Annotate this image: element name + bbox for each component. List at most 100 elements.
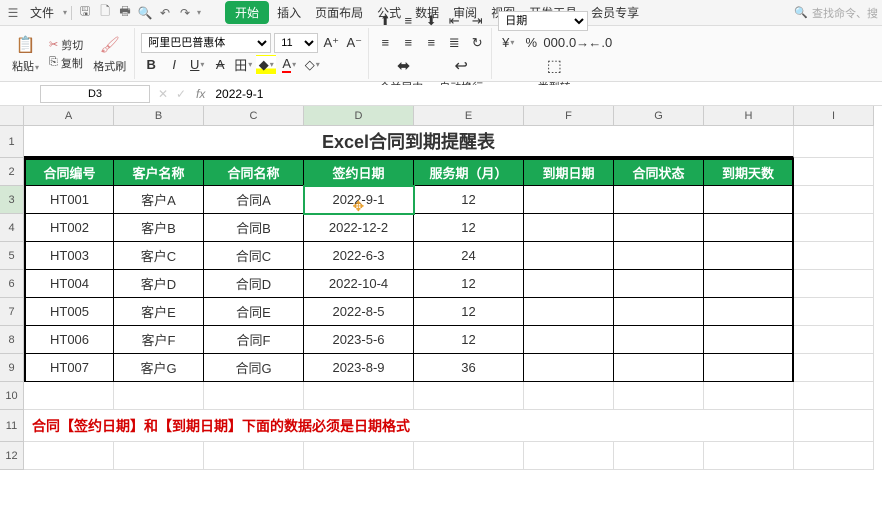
table-cell[interactable]: 12 — [414, 214, 524, 242]
cell[interactable] — [794, 158, 874, 186]
cancel-icon[interactable]: ✕ — [154, 85, 172, 103]
table-header[interactable]: 服务期（月） — [414, 158, 524, 186]
table-cell[interactable]: 客户C — [114, 242, 204, 270]
decrease-font-icon[interactable]: A⁻ — [344, 33, 364, 53]
clear-format-button[interactable]: ◇▾ — [302, 55, 322, 75]
table-cell[interactable]: HT002 — [24, 214, 114, 242]
table-cell[interactable] — [704, 354, 794, 382]
cell[interactable] — [794, 126, 874, 158]
table-cell[interactable] — [614, 270, 704, 298]
font-color-button[interactable]: A▾ — [279, 55, 299, 75]
tab-pagelayout[interactable]: 页面布局 — [309, 2, 369, 23]
table-cell[interactable] — [524, 242, 614, 270]
cell[interactable] — [794, 242, 874, 270]
table-cell[interactable] — [614, 326, 704, 354]
menu-file[interactable]: 文件 — [24, 2, 60, 23]
bold-button[interactable]: B — [141, 55, 161, 75]
cell[interactable] — [794, 354, 874, 382]
table-cell[interactable]: 客户E — [114, 298, 204, 326]
table-cell[interactable]: 客户A — [114, 186, 204, 214]
col-header-I[interactable]: I — [794, 106, 874, 126]
cut-button[interactable]: ✂剪切 — [46, 37, 86, 53]
table-cell[interactable]: 客户B — [114, 214, 204, 242]
table-cell[interactable] — [614, 354, 704, 382]
font-name-select[interactable]: 阿里巴巴普惠体 — [141, 33, 271, 53]
table-cell[interactable] — [704, 326, 794, 354]
table-cell[interactable] — [704, 298, 794, 326]
undo-icon[interactable]: ↶ — [156, 4, 174, 22]
table-cell[interactable]: 12 — [414, 298, 524, 326]
number-format-select[interactable]: 日期 — [498, 11, 588, 31]
col-header-C[interactable]: C — [204, 106, 304, 126]
table-cell[interactable]: 客户D — [114, 270, 204, 298]
cell[interactable] — [304, 442, 414, 470]
table-cell[interactable]: 2023-8-9 — [304, 354, 414, 382]
row-header-11[interactable]: 11 — [0, 410, 24, 442]
table-cell[interactable]: 客户G — [114, 354, 204, 382]
cell[interactable] — [524, 442, 614, 470]
page-title[interactable]: Excel合同到期提醒表 — [24, 126, 794, 158]
name-box[interactable] — [40, 85, 150, 103]
table-cell[interactable]: HT003 — [24, 242, 114, 270]
align-right-icon[interactable]: ≡ — [421, 33, 441, 53]
cell[interactable] — [414, 442, 524, 470]
cell[interactable] — [794, 410, 874, 442]
table-cell[interactable]: 24 — [414, 242, 524, 270]
cell[interactable] — [794, 270, 874, 298]
preview-icon[interactable]: 🔍 — [136, 4, 154, 22]
row-header-6[interactable]: 6 — [0, 270, 24, 298]
table-cell[interactable]: 合同E — [204, 298, 304, 326]
table-header[interactable]: 合同名称 — [204, 158, 304, 186]
table-cell[interactable]: 合同D — [204, 270, 304, 298]
table-header[interactable]: 签约日期 — [304, 158, 414, 186]
cell[interactable] — [794, 442, 874, 470]
table-cell[interactable]: 2022-6-3 — [304, 242, 414, 270]
row-header-7[interactable]: 7 — [0, 298, 24, 326]
col-header-D[interactable]: D — [304, 106, 414, 126]
col-header-B[interactable]: B — [114, 106, 204, 126]
align-top-icon[interactable]: ⬆ — [375, 11, 395, 31]
table-cell[interactable]: 合同B — [204, 214, 304, 242]
percent-icon[interactable]: % — [521, 33, 541, 53]
cell[interactable] — [704, 382, 794, 410]
table-cell[interactable]: 12 — [414, 326, 524, 354]
confirm-icon[interactable]: ✓ — [172, 85, 190, 103]
table-cell[interactable] — [524, 298, 614, 326]
table-cell[interactable] — [524, 186, 614, 214]
cell[interactable] — [794, 298, 874, 326]
table-cell[interactable]: 2023-5-6 — [304, 326, 414, 354]
table-cell[interactable] — [614, 298, 704, 326]
table-cell[interactable]: HT004 — [24, 270, 114, 298]
font-size-select[interactable]: 11 — [274, 33, 318, 53]
indent-decrease-icon[interactable]: ⇤ — [444, 11, 464, 31]
align-left-icon[interactable]: ≡ — [375, 33, 395, 53]
note-text[interactable]: 合同【签约日期】和【到期日期】下面的数据必须是日期格式 — [24, 410, 794, 442]
hamburger-icon[interactable]: ☰ — [4, 4, 22, 22]
redo-icon[interactable]: ↷ — [176, 4, 194, 22]
cell[interactable] — [24, 442, 114, 470]
table-header[interactable]: 合同状态 — [614, 158, 704, 186]
cell[interactable] — [204, 382, 304, 410]
border-button[interactable]: 田▾ — [233, 55, 253, 75]
cell[interactable] — [414, 382, 524, 410]
table-cell[interactable]: 合同G — [204, 354, 304, 382]
col-header-F[interactable]: F — [524, 106, 614, 126]
cell[interactable] — [204, 442, 304, 470]
table-cell[interactable] — [524, 354, 614, 382]
increase-font-icon[interactable]: A⁺ — [321, 33, 341, 53]
save-icon[interactable]: 🖫 — [76, 4, 94, 22]
row-header-12[interactable]: 12 — [0, 442, 24, 470]
print-icon[interactable]: 🖶 — [116, 4, 134, 22]
table-cell[interactable] — [524, 326, 614, 354]
chevron-down-icon[interactable]: ▾ — [63, 8, 67, 17]
table-cell[interactable] — [614, 186, 704, 214]
cell[interactable] — [24, 382, 114, 410]
select-all-corner[interactable] — [0, 106, 24, 126]
table-cell[interactable] — [524, 270, 614, 298]
row-header-4[interactable]: 4 — [0, 214, 24, 242]
cell[interactable] — [114, 382, 204, 410]
table-cell[interactable]: 合同C — [204, 242, 304, 270]
indent-increase-icon[interactable]: ⇥ — [467, 11, 487, 31]
table-cell[interactable]: 2022-8-5 — [304, 298, 414, 326]
table-cell[interactable] — [524, 214, 614, 242]
